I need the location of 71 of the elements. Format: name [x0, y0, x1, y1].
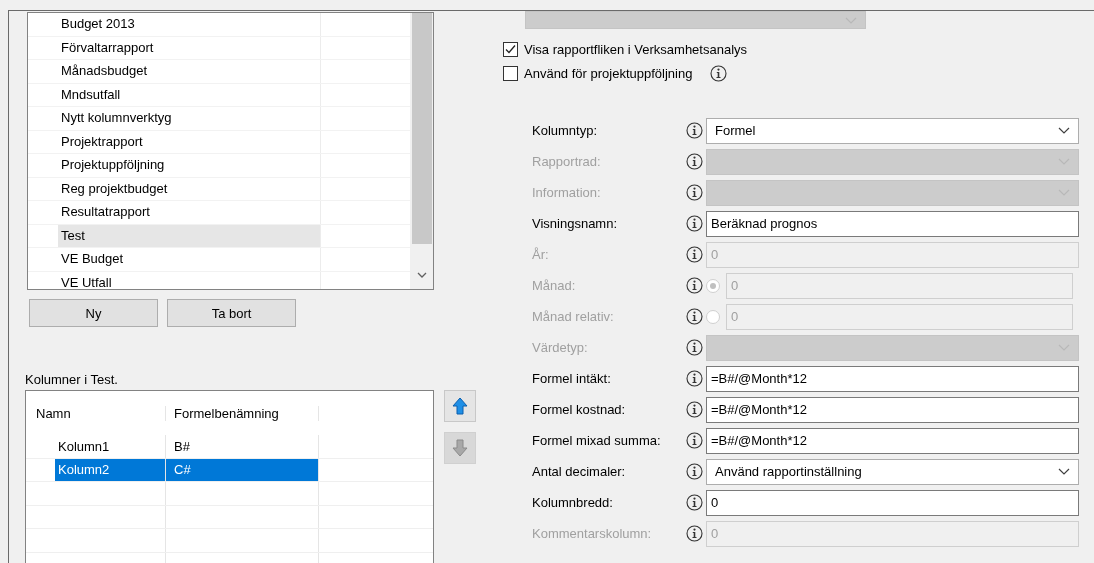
arrow-up-icon	[452, 397, 468, 415]
input-field[interactable]: =B#/@Month*12	[706, 365, 1079, 392]
scrollbar[interactable]	[410, 13, 433, 289]
info-icon[interactable]	[686, 494, 703, 511]
info-icon[interactable]	[686, 463, 703, 480]
field-label: Visningsnamn:	[532, 216, 619, 231]
columns-title: Kolumner i Test.	[25, 372, 119, 387]
report-list-item[interactable]: Mndsutfall	[58, 83, 320, 106]
info-icon[interactable]	[686, 432, 703, 449]
field-label: Rapportrad:	[532, 154, 602, 169]
table-cell: B#	[166, 435, 319, 458]
field-label: Månad relativ:	[532, 309, 615, 324]
report-list-item[interactable]: VE Utfall	[58, 271, 320, 289]
table-row[interactable]: Kolumn1 B#	[26, 435, 433, 459]
checkmark-icon	[504, 42, 517, 56]
field-label: Information:	[532, 185, 602, 200]
field-label: Värdetyp:	[532, 340, 589, 355]
chevron-down-icon	[1058, 127, 1070, 134]
report-list-item[interactable]: VE Budget	[58, 248, 320, 271]
chevron-down-icon	[1058, 468, 1070, 475]
input-field[interactable]: 0	[706, 489, 1079, 516]
report-list-item[interactable]: Projektrapport	[58, 130, 320, 153]
field-label: Formel mixad summa:	[532, 433, 662, 448]
info-icon[interactable]	[686, 215, 703, 232]
checkbox-label[interactable]: Använd för projektuppföljning	[524, 65, 693, 81]
checkbox[interactable]	[503, 41, 518, 57]
chevron-down-icon[interactable]	[416, 272, 427, 278]
input-field[interactable]: =B#/@Month*12	[706, 427, 1079, 454]
checkbox-label[interactable]: Visa rapportfliken i Verksamhetsanalys	[524, 41, 748, 57]
info-icon[interactable]	[686, 277, 703, 294]
list-button[interactable]: Ny	[29, 299, 158, 327]
dropdown[interactable]: Använd rapportinställning	[706, 458, 1079, 485]
report-list-item[interactable]: Nytt kolumnverktyg	[58, 107, 320, 130]
field-label: Månad:	[532, 278, 577, 293]
field-label: Kolumntyp:	[532, 123, 599, 138]
report-list-item[interactable]: Månadsbudget	[58, 60, 320, 83]
move-up-button[interactable]	[444, 390, 476, 422]
field-label: År:	[532, 247, 550, 262]
info-icon[interactable]	[686, 122, 703, 139]
report-list-item[interactable]: Resultatrapport	[58, 201, 320, 224]
report-list-item[interactable]: Förvaltarrapport	[58, 36, 320, 59]
dropdown[interactable]: Formel	[706, 117, 1079, 144]
info-icon[interactable]	[686, 153, 703, 170]
input-field[interactable]: Beräknad prognos	[706, 210, 1079, 237]
table-cell: C#	[166, 458, 319, 481]
list-button[interactable]: Ta bort	[167, 299, 296, 327]
field-label: Formel kostnad:	[532, 402, 627, 417]
table-row[interactable]: Kolumn2 C#	[26, 458, 433, 482]
report-list-item[interactable]: Test	[58, 224, 320, 247]
table-cell: Kolumn2	[55, 458, 165, 481]
column-header[interactable]: Formelbenämning	[166, 405, 319, 421]
arrow-down-icon	[452, 439, 468, 457]
report-list-item[interactable]: Projektuppföljning	[58, 154, 320, 177]
info-icon[interactable]	[686, 246, 703, 263]
info-icon[interactable]	[686, 308, 703, 325]
report-list-item[interactable]: Budget 2013	[58, 13, 320, 36]
info-icon[interactable]	[686, 525, 703, 542]
info-icon[interactable]	[686, 184, 703, 201]
table-cell-text: Kolumn1	[57, 437, 111, 456]
field-label: Kolumnbredd:	[532, 495, 614, 510]
checkbox[interactable]	[503, 65, 518, 81]
info-icon[interactable]	[686, 401, 703, 418]
info-icon[interactable]	[686, 339, 703, 356]
info-icon[interactable]	[686, 370, 703, 387]
field-label: Kommentarskolumn:	[532, 526, 653, 541]
field-label: Formel intäkt:	[532, 371, 612, 386]
report-list-item[interactable]: Reg projektbudget	[58, 177, 320, 200]
field-label: Antal decimaler:	[532, 464, 627, 479]
input-field[interactable]: =B#/@Month*12	[706, 396, 1079, 423]
info-icon[interactable]	[710, 64, 728, 82]
column-header[interactable]: Namn	[26, 405, 166, 421]
